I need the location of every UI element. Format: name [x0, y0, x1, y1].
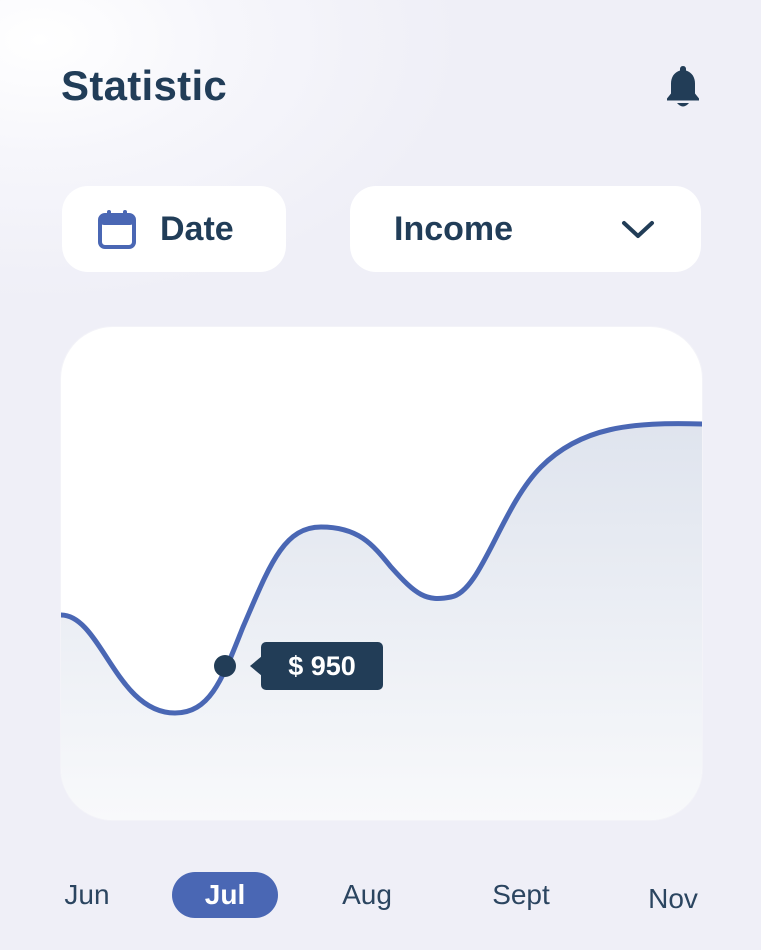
date-filter-label: Date	[160, 209, 234, 248]
page-title: Statistic	[61, 62, 228, 109]
month-tab-jul[interactable]: Jul	[172, 872, 278, 918]
type-select-value: Income	[394, 209, 514, 248]
date-filter-button[interactable]: Date	[62, 186, 286, 272]
chevron-down-icon	[622, 221, 654, 238]
chart-card: $ 950	[61, 327, 702, 820]
calendar-icon	[98, 210, 136, 249]
month-tab-sept[interactable]: Sept	[484, 872, 558, 918]
month-tab-jun[interactable]: Jun	[56, 872, 118, 918]
value-tooltip: $ 950	[250, 642, 383, 690]
month-tab-aug[interactable]: Aug	[334, 872, 400, 918]
bell-icon[interactable]	[660, 62, 706, 110]
data-point-marker[interactable]	[214, 655, 236, 677]
month-selector: Jun Jul Aug Sept Nov	[0, 872, 761, 922]
area-fill	[61, 423, 702, 820]
month-tab-nov[interactable]: Nov	[640, 876, 706, 922]
income-chart[interactable]	[61, 327, 702, 820]
type-select-dropdown[interactable]: Income	[350, 186, 701, 272]
